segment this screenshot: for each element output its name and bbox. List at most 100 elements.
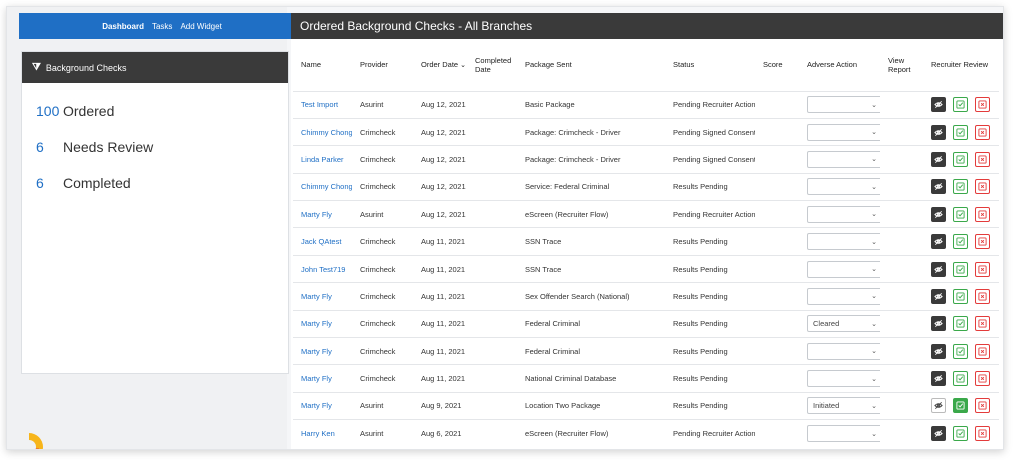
view-report-cell — [880, 419, 923, 448]
col-name[interactable]: Name — [293, 39, 352, 91]
stat-completed[interactable]: 6 Completed — [22, 165, 288, 201]
col-adverse-action[interactable]: Adverse Action — [799, 39, 880, 91]
hide-eye-icon[interactable] — [931, 151, 946, 167]
hide-eye-icon[interactable] — [931, 398, 946, 414]
reject-icon[interactable] — [975, 97, 990, 113]
adverse-action-cell: ⌄ — [799, 364, 880, 393]
reject-icon[interactable] — [975, 398, 990, 414]
applicant-name-link[interactable]: Marty Fly — [293, 337, 352, 365]
chevron-down-icon: ⌄ — [871, 266, 877, 274]
adverse-action-select[interactable]: ⌄ — [807, 178, 880, 196]
hide-eye-icon[interactable] — [931, 426, 946, 442]
reject-icon[interactable] — [975, 206, 990, 222]
col-status[interactable]: Status — [665, 39, 755, 91]
approve-icon[interactable] — [953, 261, 968, 277]
sort-desc-icon[interactable]: ⌄ — [460, 62, 466, 69]
col-recruiter-review[interactable]: Recruiter Review — [923, 39, 999, 91]
applicant-name-link[interactable]: Linda Parker — [293, 145, 352, 174]
applicant-name-link[interactable]: Marty Fly — [293, 200, 352, 228]
approve-icon[interactable] — [953, 151, 968, 167]
adverse-action-select[interactable]: ⌄ — [807, 150, 880, 168]
nav-dashboard[interactable]: Dashboard — [102, 22, 144, 31]
adverse-action-select[interactable]: ⌄ — [807, 205, 880, 223]
col-view-report[interactable]: View Report — [880, 39, 923, 91]
approve-icon[interactable] — [953, 343, 968, 359]
approve-icon[interactable] — [953, 398, 968, 414]
col-order-date[interactable]: Order Date ⌄ — [413, 39, 467, 91]
hide-eye-icon[interactable] — [931, 234, 946, 250]
applicant-name-link[interactable]: Chimmy Chonga — [293, 172, 352, 201]
completed-date-cell — [467, 419, 517, 448]
reject-icon[interactable] — [975, 288, 990, 304]
reject-icon[interactable] — [975, 179, 990, 195]
applicant-name-link[interactable]: John Test719 — [293, 254, 352, 283]
applicant-name-link[interactable]: Harry Ken — [293, 419, 352, 448]
adverse-action-cell: ⌄ — [799, 117, 880, 146]
adverse-action-select[interactable]: Cleared ⌄ — [807, 315, 880, 333]
applicant-name-link[interactable]: Jack QAtest — [293, 227, 352, 256]
package-cell: SSN Trace — [517, 254, 665, 283]
approve-icon[interactable] — [953, 426, 968, 442]
applicant-name-link[interactable]: Marty Fly — [293, 391, 352, 420]
adverse-action-select[interactable]: ⌄ — [807, 425, 880, 443]
table-row: Chimmy Chonga Crimcheck Aug 12, 2021 Servic… — [293, 172, 999, 201]
stat-ordered[interactable]: 100 Ordered — [22, 93, 288, 129]
approve-icon[interactable] — [953, 124, 968, 140]
approve-icon[interactable] — [953, 288, 968, 304]
hide-eye-icon[interactable] — [931, 97, 946, 113]
col-score[interactable]: Score — [755, 39, 799, 91]
hide-eye-icon[interactable] — [931, 206, 946, 222]
applicant-name-link[interactable]: Marty Fly — [293, 364, 352, 393]
adverse-action-select[interactable]: ⌄ — [807, 342, 880, 360]
col-package[interactable]: Package Sent — [517, 39, 665, 91]
adverse-action-select[interactable]: ⌄ — [807, 96, 880, 114]
adverse-action-select[interactable]: ⌄ — [807, 287, 880, 305]
order-date-cell: Aug 12, 2021 — [413, 145, 467, 174]
approve-icon[interactable] — [953, 371, 968, 387]
adverse-action-select[interactable]: Initiated ⌄ — [807, 397, 880, 415]
reject-icon[interactable] — [975, 371, 990, 387]
hide-eye-icon[interactable] — [931, 371, 946, 387]
hide-eye-icon[interactable] — [931, 124, 946, 140]
provider-cell: Crimcheck — [352, 364, 413, 393]
score-cell — [755, 419, 799, 448]
provider-cell: Crimcheck — [352, 172, 413, 201]
col-order-date-label: Order Date — [421, 60, 459, 70]
adverse-action-cell: ⌄ — [799, 419, 880, 448]
approve-icon[interactable] — [953, 179, 968, 195]
completed-date-cell — [467, 200, 517, 228]
hide-eye-icon[interactable] — [931, 288, 946, 304]
adverse-action-select[interactable]: ⌄ — [807, 233, 880, 251]
adverse-action-select[interactable]: ⌄ — [807, 260, 880, 278]
package-cell: Basic Package — [517, 90, 665, 119]
reject-icon[interactable] — [975, 316, 990, 332]
adverse-action-select[interactable]: ⌄ — [807, 123, 880, 141]
hide-eye-icon[interactable] — [931, 316, 946, 332]
hide-eye-icon[interactable] — [931, 179, 946, 195]
approve-icon[interactable] — [953, 234, 968, 250]
applicant-name-link[interactable]: Marty Fly — [293, 282, 352, 311]
applicant-name-link[interactable]: Marty Fly — [293, 309, 352, 338]
reject-icon[interactable] — [975, 343, 990, 359]
provider-cell: Crimcheck — [352, 309, 413, 338]
hide-eye-icon[interactable] — [931, 261, 946, 277]
approve-icon[interactable] — [953, 316, 968, 332]
reject-icon[interactable] — [975, 426, 990, 442]
reject-icon[interactable] — [975, 151, 990, 167]
applicant-name-link[interactable]: Test Import — [293, 90, 352, 119]
applicant-name-link[interactable]: Chimmy Chonga — [293, 117, 352, 146]
stat-needs-review[interactable]: 6 Needs Review — [22, 129, 288, 165]
hide-eye-icon[interactable] — [931, 343, 946, 359]
approve-icon[interactable] — [953, 97, 968, 113]
col-provider[interactable]: Provider — [352, 39, 413, 91]
nav-tasks[interactable]: Tasks — [152, 22, 172, 31]
col-completed-date[interactable]: Completed Date — [467, 39, 517, 91]
provider-cell: Asurint — [352, 200, 413, 228]
filter-icon[interactable]: ⧩ — [32, 62, 41, 73]
nav-add-widget[interactable]: Add Widget — [180, 22, 221, 31]
approve-icon[interactable] — [953, 206, 968, 222]
reject-icon[interactable] — [975, 234, 990, 250]
reject-icon[interactable] — [975, 261, 990, 277]
reject-icon[interactable] — [975, 124, 990, 140]
adverse-action-select[interactable]: ⌄ — [807, 370, 880, 388]
